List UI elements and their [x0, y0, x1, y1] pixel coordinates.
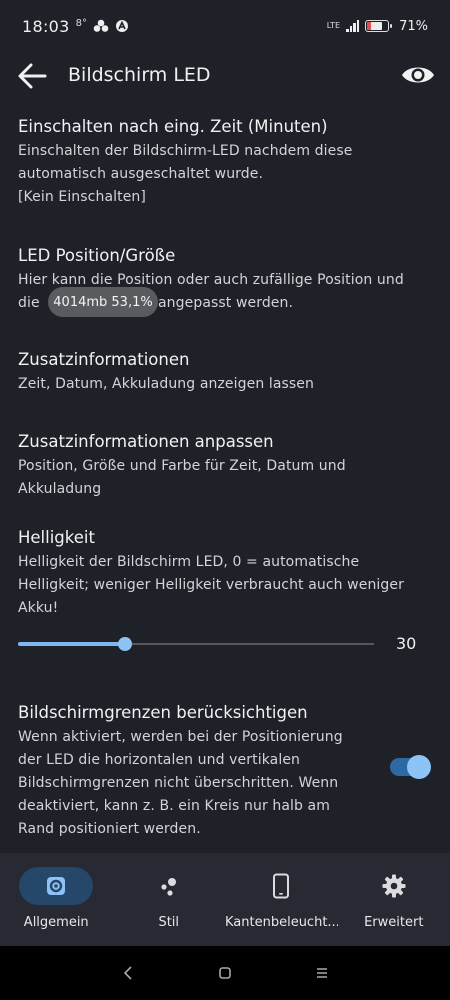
- setting-desc-line: Position, Größe und Farbe für Zeit, Datu…: [18, 458, 346, 474]
- memory-toast: 4014mb 53,1%: [48, 287, 158, 317]
- status-bar: 18:03 8° LTE 71%: [0, 0, 450, 52]
- gear-icon: [382, 874, 406, 898]
- setting-title: LED Position/Größe: [18, 246, 176, 265]
- nav-pill: [244, 867, 318, 905]
- setting-auto-on[interactable]: Einschalten nach eing. Zeit (Minuten) Ei…: [18, 116, 418, 209]
- setting-desc-line: Helligkeit; weniger Helligkeit verbrauch…: [18, 577, 404, 593]
- nav-tab-erweitert[interactable]: Erweitert: [338, 853, 450, 946]
- page-title: Bildschirm LED: [68, 64, 211, 86]
- nav-tab-allgemein[interactable]: Allgemein: [0, 853, 113, 946]
- brightness-value: 30: [396, 634, 417, 653]
- status-time: 18:03: [22, 16, 70, 36]
- nav-label: Allgemein: [23, 915, 89, 930]
- setting-title: Helligkeit: [18, 528, 95, 547]
- battery-percent: 71%: [399, 18, 428, 34]
- system-menu-icon[interactable]: [310, 961, 334, 985]
- setting-desc-line: Akkuladung: [18, 481, 102, 497]
- setting-title: Einschalten nach eing. Zeit (Minuten): [18, 117, 328, 136]
- gear-badge-icon: [47, 877, 66, 895]
- app-badge-icon: [115, 20, 128, 32]
- setting-value: [Kein Einschalten]: [18, 189, 146, 205]
- slider-active-track: [18, 642, 125, 646]
- brightness-slider[interactable]: [18, 633, 374, 655]
- system-navigation-bar: [0, 946, 450, 1000]
- setting-desc-line: Wenn aktiviert, werden bei der Positioni…: [18, 729, 343, 745]
- nav-pill: [357, 867, 431, 905]
- app-bar: Bildschirm LED: [0, 52, 450, 100]
- nav-tab-stil[interactable]: Stil: [113, 853, 226, 946]
- setting-desc-line: Rand positioniert werden.: [18, 821, 201, 837]
- system-back-icon[interactable]: [116, 961, 140, 985]
- slider-thumb[interactable]: [117, 637, 132, 651]
- nav-label: Stil: [158, 915, 180, 930]
- status-left: 18:03 8°: [22, 17, 129, 36]
- setting-title: Zusatzinformationen anpassen: [18, 432, 274, 451]
- status-indicator: 8°: [75, 17, 87, 29]
- battery-icon: [365, 20, 393, 32]
- screen-bounds-toggle[interactable]: [390, 755, 431, 779]
- nav-pill: [19, 867, 94, 905]
- setting-title: Zusatzinformationen: [18, 350, 190, 369]
- nav-label: Kantenbeleucht...: [225, 915, 338, 930]
- dots-icon: [161, 878, 176, 896]
- signal-icon: [346, 20, 360, 32]
- setting-screen-bounds[interactable]: Bildschirmgrenzen berücksichtigen Wenn a…: [18, 702, 378, 841]
- nav-tab-kantenbeleuchtung[interactable]: Kantenbeleucht...: [225, 853, 338, 946]
- setting-extra-info-customize[interactable]: Zusatzinformationen anpassen Position, G…: [18, 431, 418, 501]
- bottom-navigation: Allgemein Stil Kantenbeleucht... Erweite…: [0, 853, 450, 946]
- toggle-knob: [407, 755, 431, 779]
- cloud-icon: [93, 19, 109, 32]
- setting-desc-line: Akku!: [18, 600, 59, 616]
- nav-pill: [132, 867, 206, 905]
- status-right: LTE 71%: [327, 19, 428, 34]
- setting-desc-line: Zeit, Datum, Akkuladung anzeigen lassen: [18, 376, 314, 392]
- setting-desc-line: Einschalten der Bildschirm-LED nachdem d…: [18, 143, 353, 159]
- setting-desc-line: Bildschirmgrenzen nicht überschritten. W…: [18, 775, 339, 791]
- back-arrow-icon[interactable]: [16, 62, 48, 90]
- setting-desc-line: deaktiviert, kann z. B. ein Kreis nur ha…: [18, 798, 330, 814]
- system-home-icon[interactable]: [213, 961, 237, 985]
- setting-extra-info[interactable]: Zusatzinformationen Zeit, Datum, Akkulad…: [18, 349, 418, 396]
- phone-icon: [273, 873, 290, 899]
- network-type: LTE: [326, 21, 341, 30]
- setting-desc-line: Helligkeit der Bildschirm LED, 0 = autom…: [18, 554, 360, 570]
- setting-brightness: Helligkeit Helligkeit der Bildschirm LED…: [18, 527, 418, 620]
- setting-desc-line: automatisch ausgeschaltet wurde.: [18, 166, 264, 182]
- setting-title: Bildschirmgrenzen berücksichtigen: [18, 703, 308, 722]
- setting-desc-line: der LED die horizontalen und vertikalen: [18, 752, 301, 768]
- nav-label: Erweitert: [364, 915, 424, 930]
- eye-icon[interactable]: [400, 60, 436, 90]
